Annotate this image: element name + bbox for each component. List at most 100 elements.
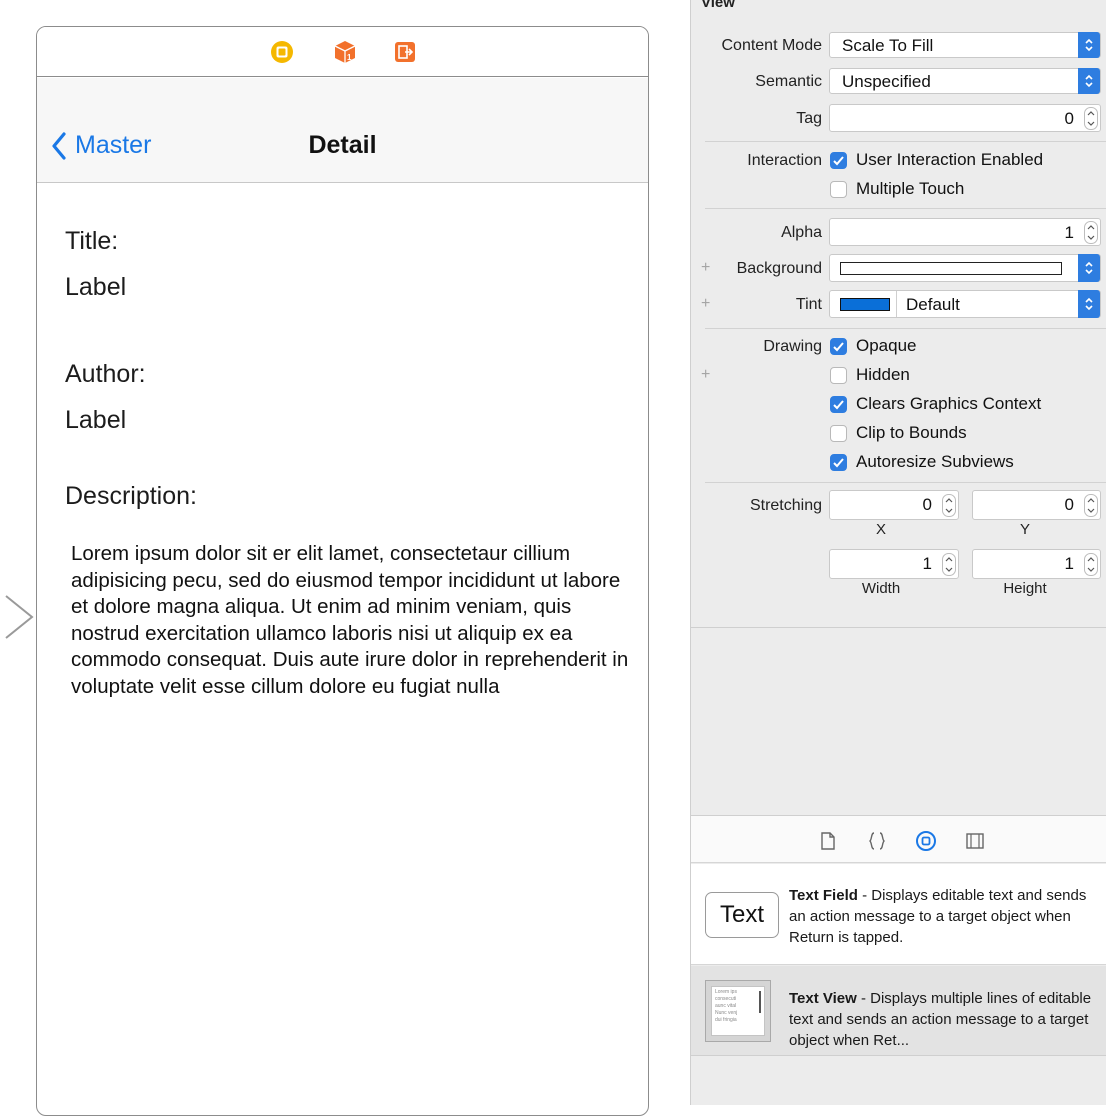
author-value-label[interactable]: Label xyxy=(65,406,126,435)
library-item-description: Text View - Displays multiple lines of e… xyxy=(789,988,1096,1051)
stretching-width-field[interactable]: 1 xyxy=(829,549,959,579)
section-title: View xyxy=(701,0,735,11)
navigation-bar: Detail Master xyxy=(37,78,648,183)
opaque-checkbox[interactable] xyxy=(830,338,847,355)
text-view-preview-page: Lorem ips consecuti aunc vital Nunc venj… xyxy=(711,986,765,1036)
tag-label: Tag xyxy=(796,110,822,127)
stretching-height-field[interactable]: 1 xyxy=(972,549,1101,579)
segue-arrow-icon xyxy=(5,595,34,639)
separator xyxy=(705,328,1106,329)
stepper-icon[interactable] xyxy=(1084,494,1098,517)
semantic-popup[interactable]: Unspecified xyxy=(829,68,1101,94)
stepper-icon[interactable] xyxy=(1084,221,1098,244)
library-item-description: Text Field - Displays editable text and … xyxy=(789,885,1096,948)
content-mode-value: Scale To Fill xyxy=(842,36,934,55)
stretching-height-value: 1 xyxy=(1064,554,1074,573)
semantic-value: Unspecified xyxy=(842,72,931,91)
svg-text:1: 1 xyxy=(347,53,352,62)
user-interaction-label: User Interaction Enabled xyxy=(856,150,1044,169)
background-color-swatch xyxy=(840,262,1062,275)
file-icon[interactable] xyxy=(817,830,839,852)
title-value-label[interactable]: Label xyxy=(65,273,126,302)
hidden-label: Hidden xyxy=(856,365,910,384)
library-item-text-field[interactable]: Text Text Field - Displays editable text… xyxy=(691,864,1106,965)
autoresize-label: Autoresize Subviews xyxy=(856,452,1014,471)
stretching-y-value: 0 xyxy=(1064,495,1074,514)
stepper-icon[interactable] xyxy=(942,553,956,576)
tint-color-swatch xyxy=(840,298,890,311)
stretching-x-field[interactable]: 0 xyxy=(829,490,959,520)
content-mode-label: Content Mode xyxy=(721,37,822,54)
tint-label: Tint xyxy=(795,296,822,313)
author-caption-label: Author: xyxy=(65,360,146,388)
popup-arrows-icon xyxy=(1078,68,1100,94)
clears-graphics-checkbox[interactable] xyxy=(830,396,847,413)
view-attributes-panel: View Content Mode Scale To Fill Semantic… xyxy=(691,0,1106,628)
first-responder-icon[interactable]: 1 xyxy=(333,40,357,64)
stepper-icon[interactable] xyxy=(942,494,956,517)
chevron-left-icon xyxy=(52,131,66,160)
x-caption: X xyxy=(875,521,886,538)
scroll-indicator xyxy=(759,991,761,1013)
stepper-icon[interactable] xyxy=(1084,107,1098,130)
opaque-label: Opaque xyxy=(856,336,917,355)
tint-color-popup[interactable]: Default xyxy=(829,290,1101,318)
braces-icon[interactable] xyxy=(866,830,888,852)
stretching-y-field[interactable]: 0 xyxy=(972,490,1101,520)
background-color-popup[interactable] xyxy=(829,254,1101,282)
drawing-label: Drawing xyxy=(763,338,822,355)
alpha-field[interactable]: 1 xyxy=(829,218,1101,246)
title-caption-label: Title: xyxy=(65,227,119,255)
alpha-label: Alpha xyxy=(781,224,822,241)
preview-line: aunc vital xyxy=(715,1003,737,1009)
exit-icon[interactable] xyxy=(393,40,417,64)
separator xyxy=(705,208,1106,209)
object-icon[interactable] xyxy=(915,830,937,852)
stepper-icon[interactable] xyxy=(1084,553,1098,576)
clears-graphics-label: Clears Graphics Context xyxy=(856,394,1042,413)
content-mode-popup[interactable]: Scale To Fill xyxy=(829,32,1101,58)
view-controller-icon[interactable] xyxy=(270,40,294,64)
clip-bounds-checkbox[interactable] xyxy=(830,425,847,442)
media-icon[interactable] xyxy=(964,830,986,852)
popup-arrows-icon xyxy=(1078,254,1100,282)
tag-field[interactable]: 0 xyxy=(829,104,1101,132)
multiple-touch-checkbox[interactable] xyxy=(830,181,847,198)
library-item-text-view[interactable]: Lorem ips consecuti aunc vital Nunc venj… xyxy=(691,966,1106,1056)
autoresize-checkbox[interactable] xyxy=(830,454,847,471)
library-item-title: Text Field xyxy=(789,887,858,904)
preview-line: consecuti xyxy=(715,996,737,1002)
add-variation-icon[interactable]: + xyxy=(701,366,710,384)
library-item-title: Text View xyxy=(789,990,857,1007)
hidden-checkbox[interactable] xyxy=(830,367,847,384)
height-caption: Height xyxy=(1003,580,1047,597)
preview-line: dui fringia xyxy=(715,1017,737,1023)
preview-line: Lorem ips xyxy=(715,989,737,995)
y-caption: Y xyxy=(1019,521,1030,538)
text-field-preview: Text xyxy=(705,892,779,938)
back-button[interactable]: Master xyxy=(51,131,151,160)
semantic-label: Semantic xyxy=(755,73,822,90)
separator xyxy=(705,482,1106,483)
background-label: Background xyxy=(736,260,822,277)
preview-line: Nunc venj xyxy=(715,1010,738,1016)
clip-bounds-label: Clip to Bounds xyxy=(856,423,967,442)
tint-value: Default xyxy=(906,295,960,314)
interaction-label: Interaction xyxy=(747,152,822,169)
alpha-value: 1 xyxy=(1064,223,1074,242)
description-text-view[interactable]: Lorem ipsum dolor sit er elit lamet, con… xyxy=(71,541,631,700)
stretching-label: Stretching xyxy=(749,497,822,514)
user-interaction-checkbox[interactable] xyxy=(830,152,847,169)
separator xyxy=(705,141,1106,142)
popup-arrows-icon xyxy=(1078,290,1100,318)
tag-value: 0 xyxy=(1064,109,1074,128)
detail-scene[interactable]: 1 Detail Master Title: Label Author: Lab… xyxy=(36,26,649,1116)
stretching-x-value: 0 xyxy=(922,495,932,514)
back-button-label: Master xyxy=(75,131,152,159)
attributes-inspector: View Content Mode Scale To Fill Semantic… xyxy=(690,0,1106,1105)
divider xyxy=(896,291,897,317)
popup-arrows-icon xyxy=(1078,32,1100,58)
text-view-preview: Lorem ips consecuti aunc vital Nunc venj… xyxy=(705,980,771,1042)
library-tab-bar xyxy=(691,815,1106,863)
width-caption: Width xyxy=(861,580,901,597)
